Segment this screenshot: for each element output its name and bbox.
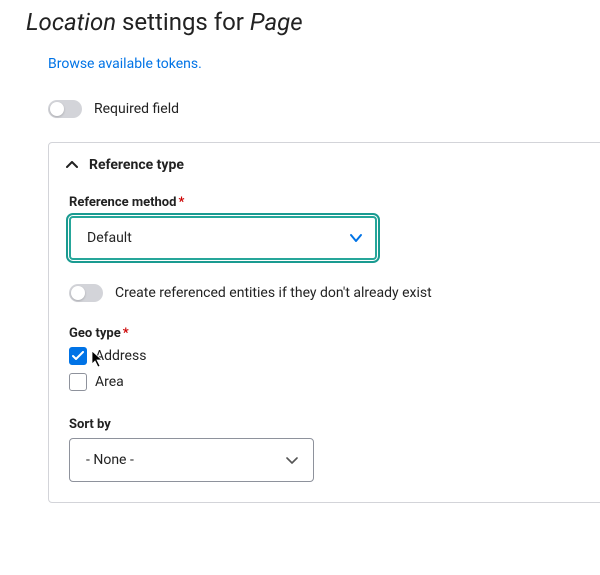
reference-method-label: Reference method* <box>69 195 587 210</box>
create-entities-label: Create referenced entities if they don't… <box>115 285 432 301</box>
required-marker: * <box>178 195 184 210</box>
reference-type-details: Reference type Reference method* Default <box>48 142 600 503</box>
required-marker: * <box>123 326 129 341</box>
geo-type-address-label: Address <box>95 348 146 364</box>
geo-type-area-checkbox[interactable] <box>69 373 87 391</box>
reference-method-select[interactable]: Default <box>69 216 377 260</box>
geo-type-address-checkbox[interactable] <box>69 347 87 365</box>
geo-type-area-label: Area <box>95 374 124 390</box>
page-title-middle: settings for <box>116 8 250 36</box>
sort-by-select[interactable]: - None - <box>69 438 314 482</box>
browse-tokens-link[interactable]: Browse available tokens. <box>48 56 202 72</box>
page-title-suffix: Page <box>250 8 303 36</box>
required-field-label: Required field <box>94 101 179 117</box>
reference-type-summary[interactable]: Reference type <box>49 143 600 187</box>
required-field-toggle[interactable] <box>48 100 82 118</box>
geo-type-label: Geo type* <box>69 326 587 341</box>
chevron-up-icon <box>65 158 79 172</box>
reference-type-summary-label: Reference type <box>89 157 184 173</box>
create-entities-toggle[interactable] <box>69 284 103 302</box>
sort-by-label: Sort by <box>69 417 587 432</box>
page-title-prefix: Location <box>26 8 116 36</box>
page-title: Location settings for Page <box>0 8 600 36</box>
